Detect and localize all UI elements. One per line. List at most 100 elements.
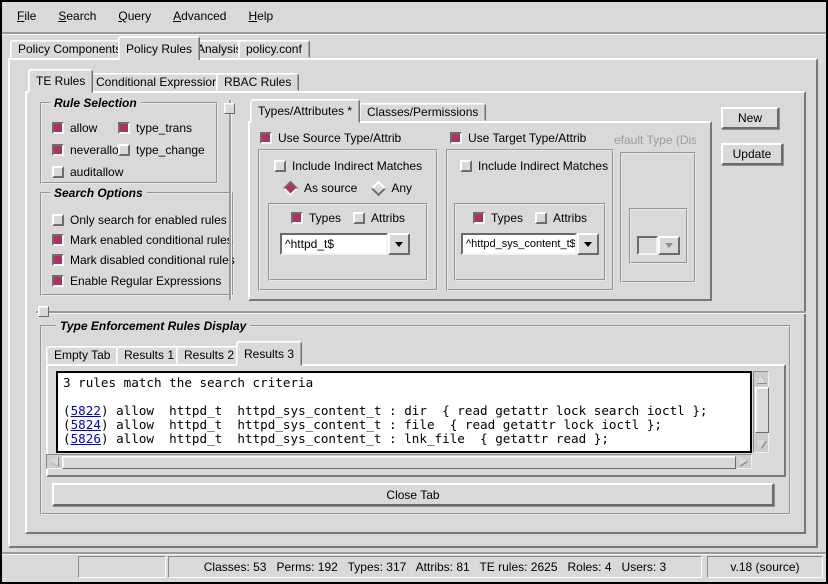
dropdown-button[interactable]: [577, 233, 599, 255]
target-type-combobox: ^httpd_sys_content_t$: [461, 233, 599, 255]
default-type-label: efault Type (Disa: [614, 133, 696, 147]
radio-any[interactable]: Any: [371, 181, 412, 195]
checkbox-indicator: [291, 212, 303, 224]
checkbox-source-include-indirect[interactable]: Include Indirect Matches: [274, 159, 422, 173]
blank-line: [63, 390, 745, 404]
checkbox-auditallow[interactable]: auditallow: [52, 165, 123, 179]
status-stats: Classes: 53 Perms: 192 Types: 317 Attrib…: [204, 560, 666, 574]
checkbox-indicator: [274, 160, 286, 172]
horizontal-scrollbar[interactable]: [46, 454, 752, 469]
checkbox-target-types[interactable]: Types: [473, 211, 523, 225]
checkbox-indicator: [52, 275, 64, 287]
source-type-combobox: ^httpd_t$: [280, 233, 410, 255]
source-types-row: Types Attribs: [268, 211, 428, 225]
tab-te-rules[interactable]: TE Rules: [28, 69, 93, 93]
rule-selection-title: Rule Selection: [50, 96, 141, 110]
vertical-sash: [229, 100, 231, 300]
result-rule-line: (5826) allow httpd_t httpd_sys_content_t…: [63, 432, 745, 446]
scroll-up-arrow-icon[interactable]: [756, 375, 766, 383]
checkbox-indicator: [52, 122, 64, 134]
tab-rbac-rules[interactable]: RBAC Rules: [216, 73, 299, 91]
radio-indicator: [371, 181, 385, 195]
checkbox-indicator: [353, 212, 365, 224]
close-tab-button[interactable]: Close Tab: [52, 483, 774, 506]
horizontal-scrollbar-thumb[interactable]: [62, 456, 736, 469]
checkbox-indicator: [118, 144, 130, 156]
menu-query[interactable]: Query: [115, 7, 154, 25]
checkbox-indicator: [118, 122, 130, 134]
dropdown-button: [658, 236, 680, 255]
checkbox-target-include-indirect[interactable]: Include Indirect Matches: [460, 159, 608, 173]
results-text-area[interactable]: 3 rules match the search criteria (5822)…: [56, 371, 752, 453]
menu-search[interactable]: Search: [55, 7, 99, 25]
checkbox-allow[interactable]: allow: [52, 121, 97, 135]
radio-indicator: [284, 181, 298, 195]
checkbox-source-attribs[interactable]: Attribs: [353, 211, 405, 225]
horizontal-sash-handle[interactable]: [38, 306, 49, 317]
menu-separator: [2, 32, 826, 34]
status-stats-box: Classes: 53 Perms: 192 Types: 317 Attrib…: [168, 556, 702, 578]
checkbox-neverallow[interactable]: neverallow: [52, 143, 127, 157]
update-button[interactable]: Update: [721, 143, 783, 165]
checkbox-indicator: [260, 132, 272, 144]
checkbox-type-trans[interactable]: type_trans: [118, 121, 192, 135]
vertical-scrollbar[interactable]: [753, 371, 769, 453]
app-window: File Search Query Advanced Help Policy C…: [0, 0, 828, 584]
tab-results-3[interactable]: Results 3: [236, 341, 302, 366]
source-type-entry[interactable]: ^httpd_t$: [280, 233, 388, 255]
checkbox-source-types[interactable]: Types: [291, 211, 341, 225]
radio-as-source[interactable]: As source: [284, 181, 357, 195]
tab-results-1[interactable]: Results 1: [116, 346, 182, 364]
target-types-row: Types Attribs: [454, 211, 606, 225]
checkbox-only-enabled-rules[interactable]: Only search for enabled rules: [52, 213, 227, 227]
target-type-entry[interactable]: ^httpd_sys_content_t$: [461, 233, 577, 255]
status-version-box: v.18 (source): [707, 556, 823, 578]
tab-policy-rules[interactable]: Policy Rules: [118, 36, 200, 60]
checkbox-indicator: [450, 132, 462, 144]
default-type-entry: [637, 236, 658, 255]
checkbox-indicator: [473, 212, 485, 224]
checkbox-mark-disabled-conditional[interactable]: Mark disabled conditional rules: [52, 253, 235, 267]
menu-help[interactable]: Help: [245, 7, 276, 25]
scroll-left-arrow-icon[interactable]: [50, 456, 58, 466]
rule-id-link[interactable]: 5822: [71, 403, 101, 418]
source-radio-row: As source Any: [264, 181, 432, 195]
tab-classes-permissions[interactable]: Classes/Permissions: [359, 103, 486, 121]
checkbox-target-attribs[interactable]: Attribs: [535, 211, 587, 225]
checkbox-indicator: [52, 254, 64, 266]
checkbox-indicator: [52, 214, 64, 226]
rule-id-link[interactable]: 5824: [71, 417, 101, 432]
dropdown-arrow-icon: [584, 242, 592, 247]
checkbox-enable-regex[interactable]: Enable Regular Expressions: [52, 274, 221, 288]
source-combo-dropdown-button[interactable]: [388, 233, 410, 255]
dropdown-arrow-icon: [395, 242, 403, 247]
checkbox-indicator: [52, 144, 64, 156]
tab-policy-components[interactable]: Policy Components: [10, 40, 129, 58]
checkbox-indicator: [52, 234, 64, 246]
tab-results-2[interactable]: Results 2: [176, 346, 242, 364]
scroll-right-arrow-icon[interactable]: [739, 456, 747, 466]
menu-advanced[interactable]: Advanced: [170, 7, 229, 25]
checkbox-mark-enabled-conditional[interactable]: Mark enabled conditional rules: [52, 233, 233, 247]
tab-empty-tab[interactable]: Empty Tab: [46, 346, 118, 364]
menu-file[interactable]: File: [14, 7, 39, 25]
tab-conditional-expressions[interactable]: Conditional Expressions: [88, 73, 233, 91]
status-empty-box: [78, 556, 166, 578]
statusbar-separator: [2, 552, 826, 554]
new-button[interactable]: New: [721, 107, 779, 129]
vertical-sash-handle[interactable]: [224, 103, 235, 114]
results-summary: 3 rules match the search criteria: [63, 376, 745, 390]
checkbox-type-change[interactable]: type_change: [118, 143, 205, 157]
checkbox-indicator: [535, 212, 547, 224]
scroll-down-arrow-icon[interactable]: [756, 440, 766, 448]
tab-policy-conf[interactable]: policy.conf: [238, 40, 310, 58]
checkbox-use-target-type[interactable]: Use Target Type/Attrib: [450, 131, 586, 145]
search-options-title: Search Options: [50, 186, 147, 200]
vertical-scrollbar-thumb[interactable]: [755, 387, 769, 433]
checkbox-indicator: [460, 160, 472, 172]
tab-types-attributes[interactable]: Types/Attributes *: [250, 99, 360, 123]
default-type-combobox: [637, 236, 680, 255]
te-rules-display-title: Type Enforcement Rules Display: [56, 319, 250, 333]
rule-id-link[interactable]: 5826: [71, 431, 101, 446]
checkbox-use-source-type[interactable]: Use Source Type/Attrib: [260, 131, 401, 145]
